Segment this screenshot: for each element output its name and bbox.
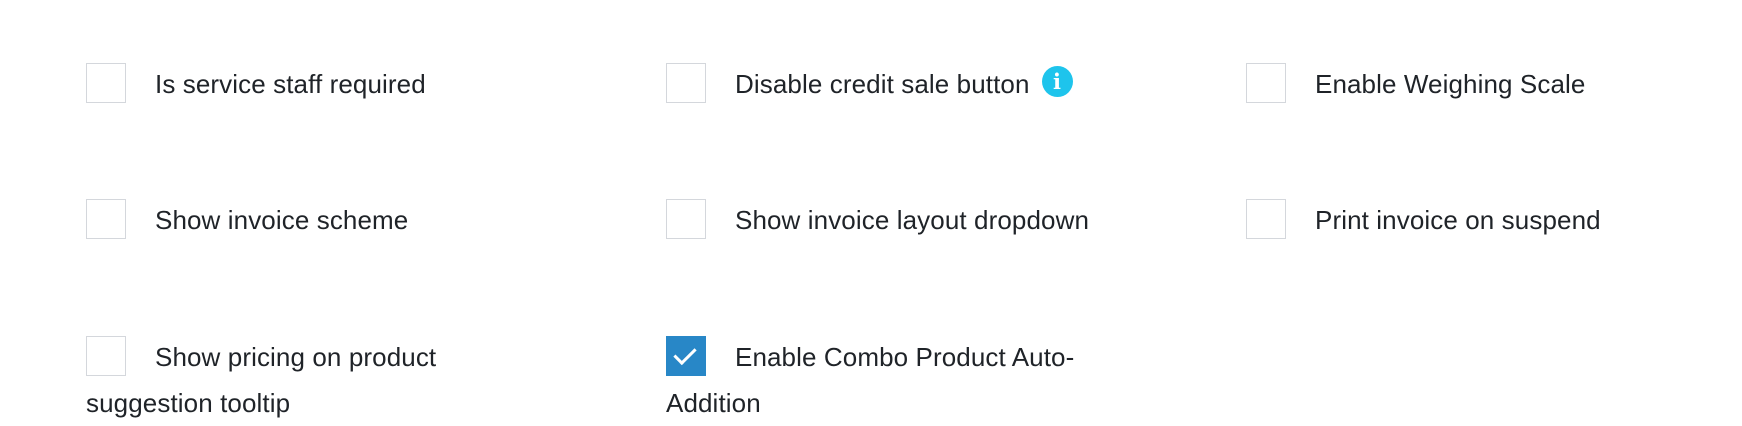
info-circle-icon[interactable] bbox=[1041, 65, 1073, 97]
checkbox-checked[interactable] bbox=[666, 336, 706, 377]
option-label: Show invoice layout dropdown bbox=[735, 205, 1090, 235]
option-label: Print invoice on suspend bbox=[1315, 205, 1601, 235]
option-label: Enable Weighing Scale bbox=[1315, 69, 1586, 99]
option-enable-combo-product-auto-addition[interactable]: Enable Combo Product Auto-Addition bbox=[666, 334, 1116, 426]
option-label: Disable credit sale button bbox=[735, 69, 1030, 99]
option-show-invoice-layout-dropdown[interactable]: Show invoice layout dropdown bbox=[666, 197, 1116, 243]
option-print-invoice-on-suspend[interactable]: Print invoice on suspend bbox=[1246, 197, 1696, 243]
option-label: Is service staff required bbox=[155, 69, 426, 99]
checkbox[interactable] bbox=[1246, 63, 1286, 104]
option-show-invoice-scheme[interactable]: Show invoice scheme bbox=[86, 197, 536, 243]
option-label: Enable Combo Product Auto-Addition bbox=[666, 342, 1075, 418]
option-label: Show pricing on product suggestion toolt… bbox=[86, 342, 437, 418]
option-show-pricing-on-product-suggestion-tooltip[interactable]: Show pricing on product suggestion toolt… bbox=[86, 334, 536, 426]
checkbox[interactable] bbox=[666, 63, 706, 104]
option-is-service-staff-required[interactable]: Is service staff required bbox=[86, 61, 536, 107]
checkbox[interactable] bbox=[1246, 199, 1286, 240]
checkbox[interactable] bbox=[86, 63, 126, 104]
option-enable-weighing-scale[interactable]: Enable Weighing Scale bbox=[1246, 61, 1696, 107]
option-label: Show invoice scheme bbox=[155, 205, 409, 235]
checkmark-icon bbox=[673, 341, 697, 366]
checkbox[interactable] bbox=[86, 336, 126, 377]
option-disable-credit-sale-button[interactable]: Disable credit sale button bbox=[666, 61, 1116, 107]
pos-settings-checkbox-grid: Is service staff required Disable credit… bbox=[86, 0, 1742, 423]
checkbox[interactable] bbox=[86, 199, 126, 240]
checkbox[interactable] bbox=[666, 199, 706, 240]
